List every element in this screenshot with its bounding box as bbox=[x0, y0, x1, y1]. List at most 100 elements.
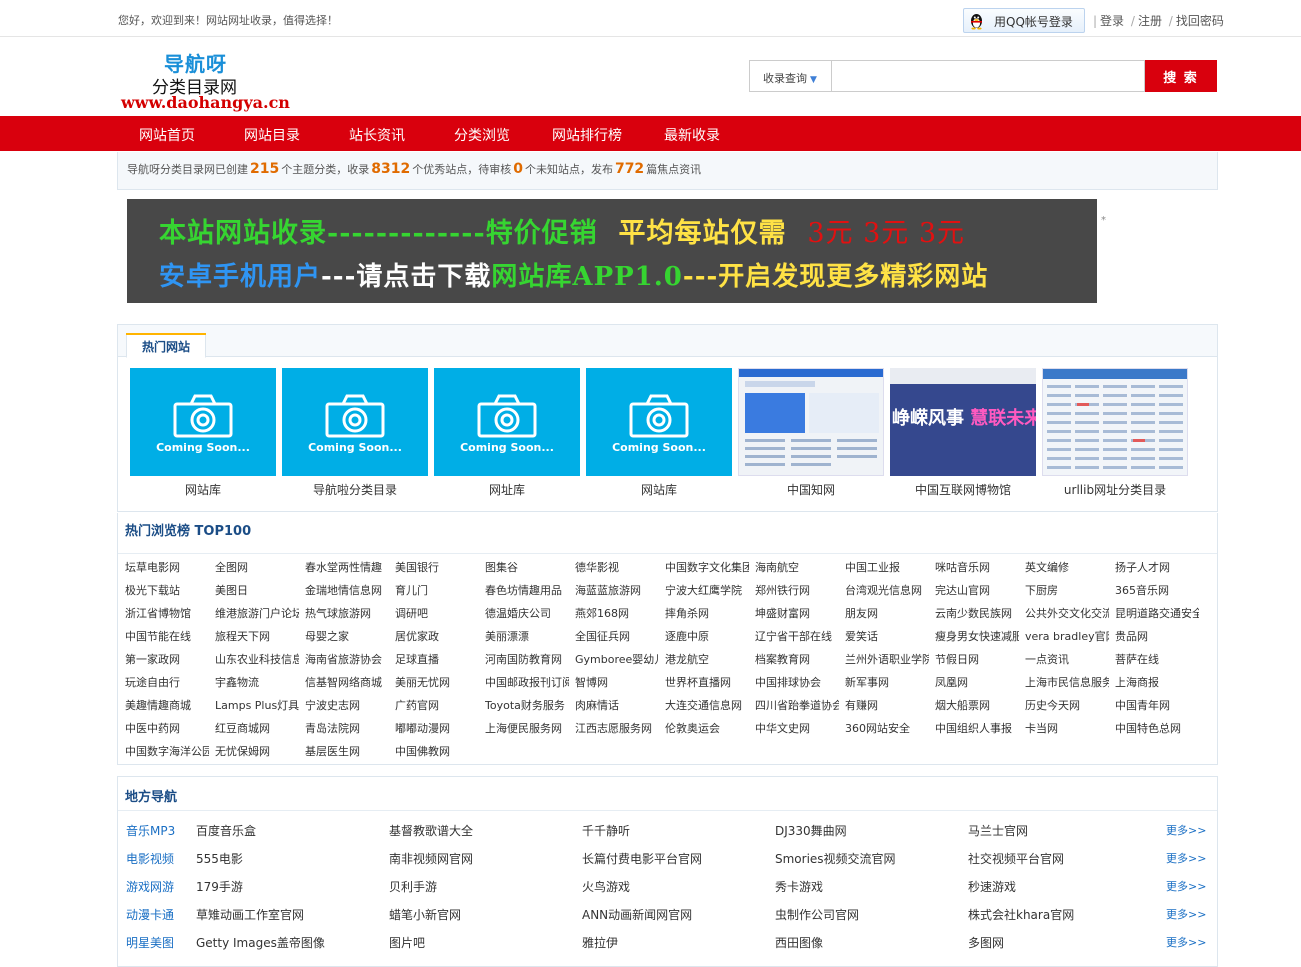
top100-link[interactable]: 广药官网 bbox=[395, 697, 479, 717]
hot-site-card[interactable]: Coming Soon... 导航啦分类目录 bbox=[282, 368, 428, 498]
local-site-link[interactable]: DJ330舞曲网 bbox=[775, 822, 847, 839]
top100-link[interactable]: Gymboree婴幼儿 bbox=[575, 651, 659, 671]
search-button[interactable]: 搜 索 bbox=[1145, 60, 1217, 92]
hot-site-card[interactable]: Coming Soon... 网站库 bbox=[130, 368, 276, 498]
top100-link[interactable]: 中国数字海洋公园 bbox=[125, 743, 209, 763]
top100-link[interactable]: 美国银行 bbox=[395, 559, 479, 579]
local-site-link[interactable]: 社交视频平台官网 bbox=[968, 850, 1064, 867]
top100-link[interactable]: 英文编修 bbox=[1025, 559, 1109, 579]
more-link[interactable]: 更多>> bbox=[1166, 822, 1206, 838]
more-link[interactable]: 更多>> bbox=[1166, 906, 1206, 922]
local-site-link[interactable]: 西田图像 bbox=[775, 934, 823, 951]
top100-link[interactable]: 台湾观光信息网 bbox=[845, 582, 929, 602]
top100-link[interactable]: 德温婚庆公司 bbox=[485, 605, 569, 625]
top100-link[interactable]: 逐鹿中原 bbox=[665, 628, 749, 648]
top100-link[interactable]: 港龙航空 bbox=[665, 651, 749, 671]
local-category-link[interactable]: 明星美图 bbox=[126, 934, 174, 951]
top100-link[interactable]: 调研吧 bbox=[395, 605, 479, 625]
top100-link[interactable]: 公共外交文化交流 bbox=[1025, 605, 1109, 625]
top100-link[interactable]: 兰州外语职业学院 bbox=[845, 651, 929, 671]
top100-link[interactable]: 基层医生网 bbox=[305, 743, 389, 763]
local-site-link[interactable]: Getty Images盖帝图像 bbox=[196, 934, 325, 951]
top100-link[interactable]: 中国工业报 bbox=[845, 559, 929, 579]
hot-site-card[interactable]: urllib网址分类目录 bbox=[1042, 368, 1188, 498]
top100-link[interactable]: 极光下载站 bbox=[125, 582, 209, 602]
top100-link[interactable]: 金瑞地情信息网 bbox=[305, 582, 389, 602]
top100-link[interactable]: 坤盛财富网 bbox=[755, 605, 839, 625]
top100-link[interactable]: 美丽无忧网 bbox=[395, 674, 479, 694]
local-site-link[interactable]: 株式会社khara官网 bbox=[968, 906, 1074, 923]
top100-link[interactable]: 烟大船票网 bbox=[935, 697, 1019, 717]
top100-link[interactable]: 上海便民服务网 bbox=[485, 720, 569, 740]
local-site-link[interactable]: 多图网 bbox=[968, 934, 1004, 951]
top100-link[interactable]: 下厨房 bbox=[1025, 582, 1109, 602]
top100-link[interactable]: 伦敦奥运会 bbox=[665, 720, 749, 740]
top100-link[interactable]: 山东农业科技信息网 bbox=[215, 651, 299, 671]
top100-link[interactable]: 卡当网 bbox=[1025, 720, 1109, 740]
hot-site-card[interactable]: 峥嵘风事 慧联未来 中国互联网博物馆 bbox=[890, 368, 1036, 498]
top100-link[interactable]: 360网站安全 bbox=[845, 720, 929, 740]
hot-site-card[interactable]: Coming Soon... 网址库 bbox=[434, 368, 580, 498]
top100-link[interactable]: 云南少数民族网 bbox=[935, 605, 1019, 625]
local-site-link[interactable]: 555电影 bbox=[196, 850, 243, 867]
find-password-link[interactable]: 找回密码 bbox=[1176, 14, 1224, 28]
top100-link[interactable]: 浙江省博物馆 bbox=[125, 605, 209, 625]
local-site-link[interactable]: 南非视频网官网 bbox=[389, 850, 473, 867]
local-site-link[interactable]: 虫制作公司官网 bbox=[775, 906, 859, 923]
top100-link[interactable]: 新军事网 bbox=[845, 674, 929, 694]
top100-link[interactable]: 热气球旅游网 bbox=[305, 605, 389, 625]
top100-link[interactable]: 无忧保姆网 bbox=[215, 743, 299, 763]
top100-link[interactable]: 春色坊情趣用品 bbox=[485, 582, 569, 602]
top100-link[interactable]: 咪咕音乐网 bbox=[935, 559, 1019, 579]
top100-link[interactable]: 信基智网络商城 bbox=[305, 674, 389, 694]
top100-link[interactable]: 宁波大红鹰学院 bbox=[665, 582, 749, 602]
top100-link[interactable]: 扬子人才网 bbox=[1115, 559, 1199, 579]
top100-link[interactable]: 贵品网 bbox=[1115, 628, 1199, 648]
top100-link[interactable]: 上海商报 bbox=[1115, 674, 1199, 694]
nav-directory[interactable]: 网站目录 bbox=[244, 125, 300, 145]
tab-hot-sites[interactable]: 热门网站 bbox=[126, 333, 206, 358]
top100-link[interactable]: 青岛法院网 bbox=[305, 720, 389, 740]
local-site-link[interactable]: 贝利手游 bbox=[389, 878, 437, 895]
top100-link[interactable]: 足球直播 bbox=[395, 651, 479, 671]
nav-home[interactable]: 网站首页 bbox=[139, 125, 195, 145]
top100-link[interactable]: 有赚网 bbox=[845, 697, 929, 717]
top100-link[interactable]: 爱笑话 bbox=[845, 628, 929, 648]
more-link[interactable]: 更多>> bbox=[1166, 934, 1206, 950]
top100-link[interactable]: 摔角杀网 bbox=[665, 605, 749, 625]
top100-link[interactable]: 中国佛教网 bbox=[395, 743, 479, 763]
promo-banner[interactable]: 本站网站收录-------------特价促销 平均每站仅需 3元 3元 3元 … bbox=[127, 199, 1097, 303]
top100-link[interactable]: 居优家政 bbox=[395, 628, 479, 648]
search-input[interactable] bbox=[831, 60, 1145, 92]
hot-site-card[interactable]: Coming Soon... 网站库 bbox=[586, 368, 732, 498]
top100-link[interactable]: 海南省旅游协会 bbox=[305, 651, 389, 671]
top100-link[interactable]: 中医中药网 bbox=[125, 720, 209, 740]
local-site-link[interactable]: 雅拉伊 bbox=[582, 934, 618, 951]
local-category-link[interactable]: 音乐MP3 bbox=[126, 822, 175, 839]
local-site-link[interactable]: 179手游 bbox=[196, 878, 243, 895]
top100-link[interactable]: 郑州铁行网 bbox=[755, 582, 839, 602]
top100-link[interactable]: 宁波史志网 bbox=[305, 697, 389, 717]
top100-link[interactable]: 中国节能在线 bbox=[125, 628, 209, 648]
top100-link[interactable]: 嘟嘟动漫网 bbox=[395, 720, 479, 740]
top100-link[interactable]: 辽宁省干部在线 bbox=[755, 628, 839, 648]
top100-link[interactable]: 红豆商城网 bbox=[215, 720, 299, 740]
local-site-link[interactable]: 草雉动画工作室官网 bbox=[196, 906, 304, 923]
top100-link[interactable]: 维港旅游门户论坛 bbox=[215, 605, 299, 625]
nav-ranking[interactable]: 网站排行榜 bbox=[552, 125, 622, 145]
top100-link[interactable]: 节假日网 bbox=[935, 651, 1019, 671]
top100-link[interactable]: 海蓝蓝旅游网 bbox=[575, 582, 659, 602]
top100-link[interactable]: 一点资讯 bbox=[1025, 651, 1109, 671]
top100-link[interactable]: 美图日 bbox=[215, 582, 299, 602]
register-link[interactable]: 注册 bbox=[1138, 14, 1162, 28]
local-site-link[interactable]: 火鸟游戏 bbox=[582, 878, 630, 895]
top100-link[interactable]: 德华影视 bbox=[575, 559, 659, 579]
top100-link[interactable]: 档案教育网 bbox=[755, 651, 839, 671]
local-site-link[interactable]: 蜡笔小新官网 bbox=[389, 906, 461, 923]
top100-link[interactable]: 365音乐网 bbox=[1115, 582, 1199, 602]
top100-link[interactable]: 大连交通信息网 bbox=[665, 697, 749, 717]
local-site-link[interactable]: 百度音乐盒 bbox=[196, 822, 256, 839]
top100-link[interactable]: 旅程天下网 bbox=[215, 628, 299, 648]
top100-link[interactable]: 历史今天网 bbox=[1025, 697, 1109, 717]
top100-link[interactable]: 海南航空 bbox=[755, 559, 839, 579]
